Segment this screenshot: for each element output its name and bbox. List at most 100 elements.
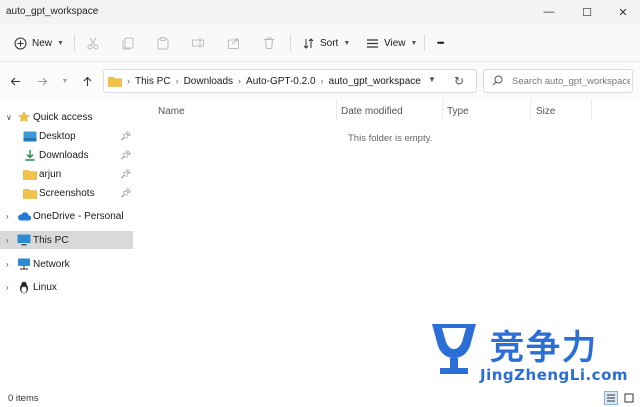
navigation-pane: ∨ Quick access Desktop 📌︎ Downloads 📌︎ a… <box>0 100 140 388</box>
chevron-down-icon[interactable]: ∨ <box>6 113 12 122</box>
close-button[interactable]: ✕ <box>608 2 638 22</box>
sidebar-item-desktop[interactable]: Desktop 📌︎ <box>0 127 133 145</box>
chevron-right-icon[interactable]: › <box>6 260 9 269</box>
sidebar-item-network[interactable]: › Network <box>0 255 133 273</box>
status-bar: 0 items <box>0 388 640 407</box>
sidebar-item-quick-access[interactable]: ∨ Quick access <box>0 108 133 126</box>
linux-penguin-icon <box>17 281 31 293</box>
empty-folder-message: This folder is empty. <box>348 133 433 144</box>
network-icon <box>17 258 31 270</box>
search-box[interactable] <box>483 69 633 93</box>
breadcrumb-item[interactable]: auto_gpt_workspace <box>329 76 421 87</box>
toolbar-divider <box>424 35 425 51</box>
column-divider[interactable] <box>530 100 531 120</box>
folder-icon <box>23 168 37 180</box>
view-icon <box>367 38 378 48</box>
pin-icon[interactable]: 📌︎ <box>120 169 131 180</box>
copy-icon[interactable] <box>120 35 136 51</box>
sidebar-item-label: Network <box>33 258 70 270</box>
cloud-icon <box>17 210 31 222</box>
toolbar-divider <box>290 35 291 51</box>
sort-button[interactable]: Sort ▼ <box>302 33 350 53</box>
chevron-down-icon: ▼ <box>61 77 69 85</box>
new-plus-icon <box>14 37 27 49</box>
pin-icon[interactable]: 📌︎ <box>120 131 131 142</box>
computer-icon <box>17 234 31 246</box>
address-bar[interactable]: › This PC › Downloads › Auto-GPT-0.2.0 ›… <box>103 69 477 93</box>
watermark-domain: JingZhengLi.com <box>480 366 629 384</box>
sort-icon <box>303 37 314 49</box>
sidebar-item-label: Downloads <box>39 149 89 161</box>
sidebar-item-label: Quick access <box>33 111 93 123</box>
pin-icon[interactable]: 📌︎ <box>120 188 131 199</box>
sidebar-item-label: Linux <box>33 281 57 293</box>
column-divider[interactable] <box>591 100 592 120</box>
chevron-down-icon: ▼ <box>343 39 351 47</box>
forward-button[interactable] <box>33 72 51 90</box>
trophy-logo-icon <box>432 324 476 374</box>
new-label: New <box>32 37 53 49</box>
breadcrumb-item[interactable]: Downloads <box>184 76 233 87</box>
window-title: auto_gpt_workspace <box>6 6 99 17</box>
breadcrumb: › This PC › Downloads › Auto-GPT-0.2.0 ›… <box>108 70 421 92</box>
sidebar-item-arjun[interactable]: arjun 📌︎ <box>0 165 133 183</box>
column-header-type[interactable]: Type <box>447 106 469 117</box>
desktop-folder-icon <box>23 130 37 142</box>
cut-icon[interactable] <box>85 35 101 51</box>
sort-label: Sort <box>320 37 339 49</box>
chevron-right-icon[interactable]: › <box>6 236 9 245</box>
search-input[interactable] <box>512 73 630 89</box>
chevron-down-icon: ▼ <box>57 39 64 47</box>
command-bar: New ▼ Sort ▼ View ▼ ••• <box>0 24 640 62</box>
sidebar-item-onedrive[interactable]: › OneDrive - Personal <box>0 207 133 225</box>
tiles-view-icon <box>624 393 634 403</box>
column-header-size[interactable]: Size <box>536 106 555 117</box>
toolbar-divider <box>74 35 75 51</box>
paste-icon[interactable] <box>155 35 171 51</box>
details-view-icon <box>607 394 615 402</box>
share-icon[interactable] <box>226 35 242 51</box>
sidebar-item-label: Screenshots <box>39 187 95 199</box>
breadcrumb-separator: › <box>320 76 324 86</box>
watermark-text: 竞争力 <box>490 328 598 368</box>
sidebar-item-screenshots[interactable]: Screenshots 📌︎ <box>0 184 133 202</box>
forward-arrow-icon <box>37 77 47 85</box>
back-arrow-icon <box>10 77 20 85</box>
more-options-button[interactable]: ••• <box>437 33 445 53</box>
tiles-view-button[interactable] <box>622 391 636 405</box>
breadcrumb-item[interactable]: This PC <box>135 76 171 87</box>
details-view-button[interactable] <box>604 391 618 405</box>
address-dropdown-icon[interactable]: ▼ <box>428 75 436 84</box>
sidebar-item-downloads[interactable]: Downloads 📌︎ <box>0 146 133 164</box>
star-icon <box>17 111 31 123</box>
column-header-name[interactable]: Name <box>158 106 185 117</box>
item-count: 0 items <box>8 393 39 404</box>
sidebar-item-this-pc[interactable]: › This PC <box>0 231 133 249</box>
refresh-icon[interactable]: ↻ <box>454 74 464 88</box>
column-header-date-modified[interactable]: Date modified <box>341 106 403 117</box>
folder-icon <box>23 187 37 199</box>
sidebar-item-label: Desktop <box>39 130 76 142</box>
delete-icon[interactable] <box>261 35 277 51</box>
breadcrumb-separator: › <box>238 76 242 86</box>
pin-icon[interactable]: 📌︎ <box>120 150 131 161</box>
rename-icon[interactable] <box>190 35 206 51</box>
new-button[interactable]: New ▼ <box>14 33 64 53</box>
search-icon <box>492 75 503 86</box>
downloads-icon <box>23 149 37 161</box>
maximize-button[interactable]: ☐ <box>572 2 602 22</box>
column-divider[interactable] <box>442 100 443 120</box>
chevron-right-icon[interactable]: › <box>6 212 9 221</box>
breadcrumb-item[interactable]: Auto-GPT-0.2.0 <box>246 76 315 87</box>
back-button[interactable] <box>6 72 24 90</box>
recent-locations-button[interactable]: ▼ <box>56 72 74 90</box>
minimize-button[interactable]: — <box>534 2 564 22</box>
column-divider[interactable] <box>336 100 337 120</box>
up-arrow-icon <box>83 76 91 86</box>
title-bar: auto_gpt_workspace — ☐ ✕ <box>0 0 640 24</box>
up-button[interactable] <box>78 72 96 90</box>
sidebar-item-label: This PC <box>33 234 69 246</box>
view-button[interactable]: View ▼ <box>366 33 417 53</box>
sidebar-item-linux[interactable]: › Linux <box>0 278 133 296</box>
chevron-right-icon[interactable]: › <box>6 283 9 292</box>
